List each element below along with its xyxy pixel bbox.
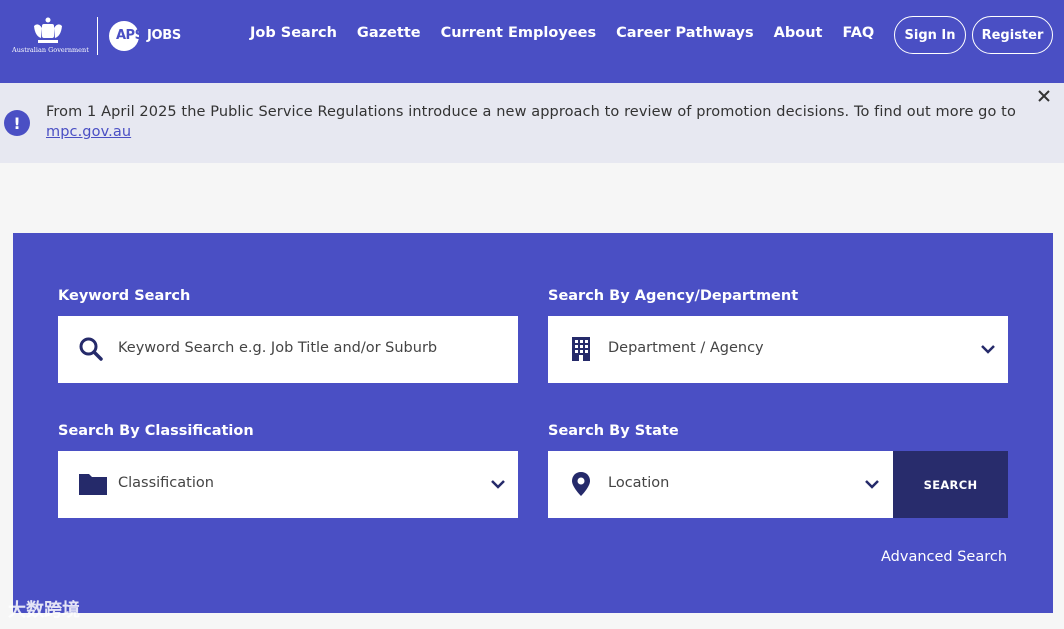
folder-icon [79,474,107,495]
close-icon[interactable] [1036,88,1052,104]
notice-text: From 1 April 2025 the Public Service Reg… [46,104,1016,120]
nav-gazette[interactable]: Gazette [357,25,421,45]
state-select[interactable]: Location [548,451,893,518]
classification-label: Search By Classification [58,423,254,439]
australian-government-logo[interactable]: Australian Government [12,16,89,58]
aps-jobs-logo[interactable]: APS JOBS [109,20,199,52]
keyword-search-input[interactable]: Keyword Search e.g. Job Title and/or Sub… [58,316,518,383]
nav-current-employees[interactable]: Current Employees [441,25,596,45]
exclamation-icon: ! [4,110,30,136]
location-pin-icon [572,472,590,496]
state-value: Location [608,475,670,491]
classification-value: Classification [118,475,214,491]
search-panel: Keyword Search Keyword Search e.g. Job T… [13,233,1053,613]
nav-job-search[interactable]: Job Search [250,25,337,45]
advanced-search-link[interactable]: Advanced Search [881,549,1007,565]
agency-label: Search By Agency/Department [548,288,799,304]
keyword-placeholder: Keyword Search e.g. Job Title and/or Sub… [118,340,438,356]
agency-select[interactable]: Department / Agency [548,316,1008,383]
nav-about[interactable]: About [774,25,823,45]
agency-value: Department / Agency [608,340,764,356]
aps-brand-text: APS [116,28,144,43]
notice-link[interactable]: mpc.gov.au [46,124,131,140]
classification-select[interactable]: Classification [58,451,518,518]
jobs-brand-text: JOBS [147,28,181,43]
chevron-down-icon [981,345,995,354]
keyword-search-label: Keyword Search [58,288,191,304]
watermark: 大数跨境 [8,600,80,621]
chevron-down-icon [865,480,879,489]
notice-message: From 1 April 2025 the Public Service Reg… [46,102,1036,142]
coat-of-arms-icon [34,17,62,43]
building-icon [572,337,590,361]
gov-name: Australian Government [12,46,89,54]
nav-career-pathways[interactable]: Career Pathways [616,25,754,45]
register-button[interactable]: Register [972,16,1053,54]
chevron-down-icon [491,480,505,489]
state-label: Search By State [548,423,679,439]
notice-banner: ! From 1 April 2025 the Public Service R… [0,83,1064,163]
site-header: Australian Government APS JOBS Job Searc… [0,0,1064,83]
search-button[interactable]: SEARCH [893,451,1008,518]
nav-faq[interactable]: FAQ [842,25,874,45]
logo-divider [97,17,98,55]
main-nav: Job Search Gazette Current Employees Car… [250,25,894,45]
search-icon [79,337,103,361]
sign-in-button[interactable]: Sign In [894,16,966,54]
